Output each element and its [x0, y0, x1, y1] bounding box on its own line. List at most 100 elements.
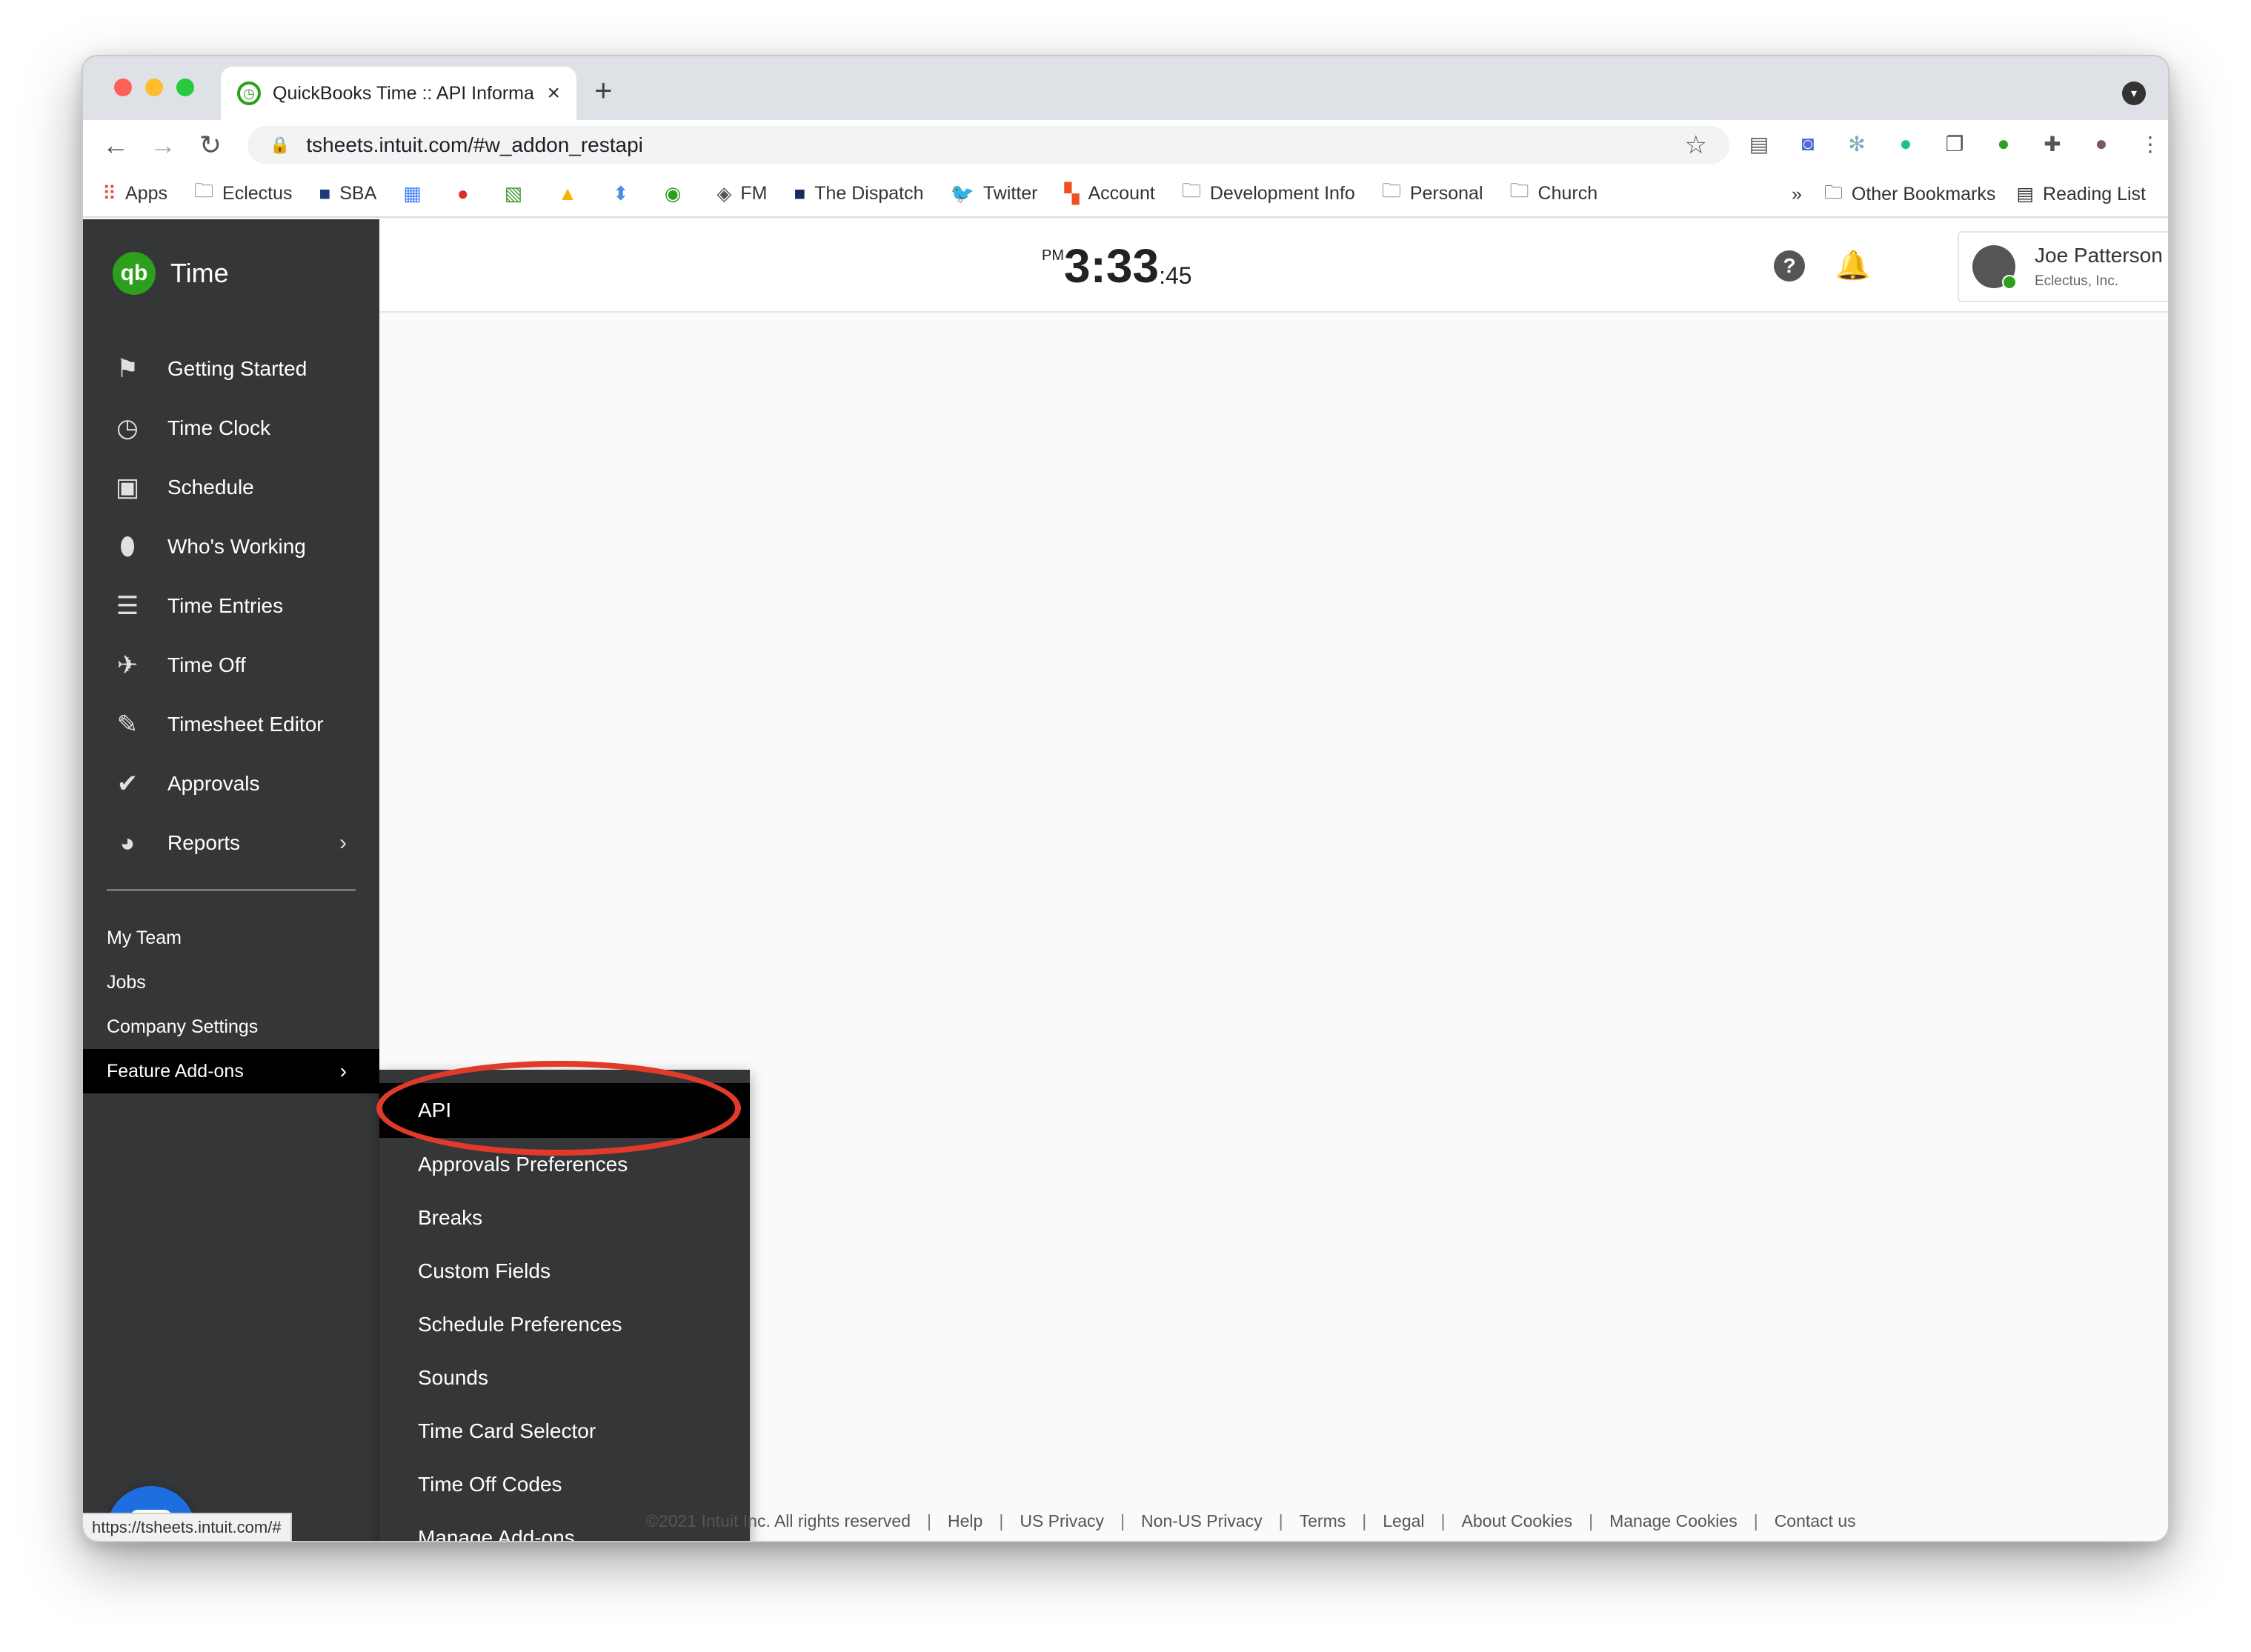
subnav-item-jobs[interactable]: Jobs: [83, 960, 379, 1005]
bookmark-item[interactable]: ●: [457, 182, 478, 205]
subnav-item-company-settings[interactable]: Company Settings: [83, 1005, 379, 1049]
bookmark-item[interactable]: 🗀 Eclectus: [194, 177, 293, 210]
nav-item-label: Who's Working: [167, 535, 306, 558]
bookmark-item[interactable]: ■ The Dispatch: [794, 182, 923, 205]
reload-icon[interactable]: ↻: [187, 130, 234, 161]
tab-search-icon[interactable]: ▾: [2122, 81, 2146, 105]
nav-item-time-clock[interactable]: ◷ Time Clock: [83, 399, 379, 458]
profile-avatar[interactable]: ●: [2085, 127, 2118, 160]
footer-links: ©2021 Intuit Inc. All rights reserved | He…: [646, 1511, 1856, 1531]
browser-tab[interactable]: ◷ QuickBooks Time :: API Informa ×: [221, 67, 576, 120]
user-menu[interactable]: Joe Patterson Eclectus, Inc.: [1958, 231, 2168, 302]
footer-link[interactable]: Non-US Privacy: [1141, 1511, 1263, 1531]
bookmark-item[interactable]: ◈ FM: [716, 182, 767, 205]
addons-menu-item-sounds[interactable]: Sounds: [379, 1351, 750, 1405]
footer-link[interactable]: Help: [948, 1511, 982, 1531]
arrow-icon: ⬍: [612, 181, 629, 204]
main-nav: ⚑ Getting Started ◷ Time Clock ▣ Schedule ⬮ Who…: [83, 339, 379, 873]
clock-icon: ◷: [116, 414, 139, 442]
forward-icon[interactable]: →: [139, 130, 187, 161]
microsoft-icon: ▚: [1064, 181, 1080, 204]
footer-separator: |: [999, 1511, 1004, 1531]
bookmark-item[interactable]: ▚ Account: [1065, 182, 1155, 205]
nav-item-schedule[interactable]: ▣ Schedule: [83, 458, 379, 517]
sidebar: qb Time ⚑ Getting Started ◷ Time Clock ▣ Sche…: [83, 219, 379, 1541]
camera-extension-icon[interactable]: ◙: [1792, 127, 1824, 160]
folder-icon: 🗀: [1381, 179, 1401, 201]
new-tab-button[interactable]: +: [594, 73, 613, 108]
bookmark-item[interactable]: ◉: [665, 182, 691, 205]
grammarly-icon[interactable]: ●: [1889, 127, 1922, 160]
extension-icon[interactable]: ▤: [1743, 127, 1775, 160]
footer-link[interactable]: Legal: [1383, 1511, 1424, 1531]
folder-icon: 🗀: [194, 179, 214, 201]
bookmark-item[interactable]: ⠿ Apps: [102, 182, 167, 205]
footer-separator: |: [927, 1511, 932, 1531]
nav-item-label: Reports: [167, 831, 241, 854]
double-check-icon: ✔: [116, 770, 139, 798]
bookmark-label: Twitter: [982, 182, 1038, 204]
bookmark-item[interactable]: ▧: [505, 182, 532, 205]
badge-extension-icon[interactable]: ●: [1987, 127, 2020, 160]
addons-menu-item-breaks[interactable]: Breaks: [379, 1191, 750, 1245]
addons-menu-item-schedule-preferences[interactable]: Schedule Preferences: [379, 1298, 750, 1351]
bookmark-label: Eclectus: [222, 182, 293, 204]
help-icon[interactable]: ?: [1774, 250, 1805, 282]
footer-link[interactable]: Terms: [1300, 1511, 1346, 1531]
window-controls: [114, 79, 194, 96]
back-icon[interactable]: ←: [92, 130, 139, 161]
copy-extension-icon[interactable]: ❐: [1938, 127, 1971, 160]
reading-list[interactable]: Reading List: [2043, 184, 2146, 205]
browser-menu-icon[interactable]: ⋮: [2134, 127, 2167, 160]
header-icons: ? 🔔: [1774, 250, 1871, 282]
bookmark-star-icon[interactable]: ☆: [1685, 130, 1707, 160]
addons-menu-item-custom-fields[interactable]: Custom Fields: [379, 1245, 750, 1298]
bookmark-item[interactable]: ▲: [558, 182, 586, 205]
calendar-icon: ▦: [403, 181, 422, 204]
footer-link[interactable]: US Privacy: [1020, 1511, 1104, 1531]
footer-link[interactable]: Contact us: [1775, 1511, 1856, 1531]
nav-item-timesheet-editor[interactable]: ✎ Timesheet Editor: [83, 695, 379, 754]
bookmark-item[interactable]: 🗀 Personal: [1382, 177, 1483, 210]
nav-item-getting-started[interactable]: ⚑ Getting Started: [83, 339, 379, 399]
footer-link[interactable]: Manage Cookies: [1609, 1511, 1738, 1531]
address-bar[interactable]: 🔒 tsheets.intuit.com/#w_addon_restapi ☆: [247, 126, 1729, 164]
chevron-right-icon: ›: [339, 830, 347, 855]
tab-close-icon[interactable]: ×: [547, 81, 560, 106]
tab-title: QuickBooks Time :: API Informa: [273, 82, 534, 104]
addons-menu-item-time-card-selector[interactable]: Time Card Selector: [379, 1405, 750, 1458]
bookmark-item[interactable]: 🗀 Church: [1510, 177, 1598, 210]
extensions-puzzle-icon[interactable]: ✚: [2036, 127, 2069, 160]
clock: PM 3:33 :45: [1042, 242, 1192, 290]
close-window-button[interactable]: [114, 79, 132, 96]
url-text[interactable]: tsheets.intuit.com/#w_addon_restapi: [306, 133, 1684, 157]
bookmark-item[interactable]: 🐦 Twitter: [951, 182, 1038, 205]
other-bookmarks[interactable]: Other Bookmarks: [1852, 184, 1996, 205]
minimize-window-button[interactable]: [145, 79, 163, 96]
footer-separator: |: [1753, 1511, 1758, 1531]
bookmark-item[interactable]: 🗀 Development Info: [1182, 177, 1355, 210]
bookmark-item[interactable]: ▦: [403, 182, 430, 205]
bookmark-label: SBA: [339, 182, 377, 204]
bookmark-item[interactable]: ■ SBA: [319, 182, 377, 205]
nav-item-time-entries[interactable]: ☰ Time Entries: [83, 576, 379, 636]
dispatch-icon: ■: [794, 181, 806, 204]
nav-item-who-s-working[interactable]: ⬮ Who's Working: [83, 517, 379, 576]
bookmarks-overflow-icon[interactable]: »: [1792, 184, 1802, 205]
user-avatar-icon: [1972, 245, 2017, 290]
brand[interactable]: qb Time: [113, 252, 229, 295]
clock-ampm: PM: [1042, 247, 1064, 264]
footer-link[interactable]: About Cookies: [1462, 1511, 1573, 1531]
nav-item-approvals[interactable]: ✔ Approvals: [83, 754, 379, 813]
snowflake-extension-icon[interactable]: ✻: [1841, 127, 1873, 160]
nav-item-time-off[interactable]: ✈ Time Off: [83, 636, 379, 695]
user-name: Joe Patterson: [2035, 244, 2163, 267]
zoom-window-button[interactable]: [176, 79, 194, 96]
extensions-area: ▤ ◙ ✻ ● ❐ ● ✚ ● ⋮: [1743, 127, 2167, 160]
subnav-item-my-team[interactable]: My Team: [83, 916, 379, 960]
notifications-bell-icon[interactable]: 🔔: [1835, 250, 1870, 282]
subnav-item-feature-add-ons[interactable]: Feature Add-ons ›: [83, 1049, 379, 1093]
addons-menu-item-time-off-codes[interactable]: Time Off Codes: [379, 1458, 750, 1511]
bookmark-item[interactable]: ⬍: [613, 182, 638, 205]
nav-item-reports[interactable]: ◕ Reports ›: [83, 813, 379, 873]
